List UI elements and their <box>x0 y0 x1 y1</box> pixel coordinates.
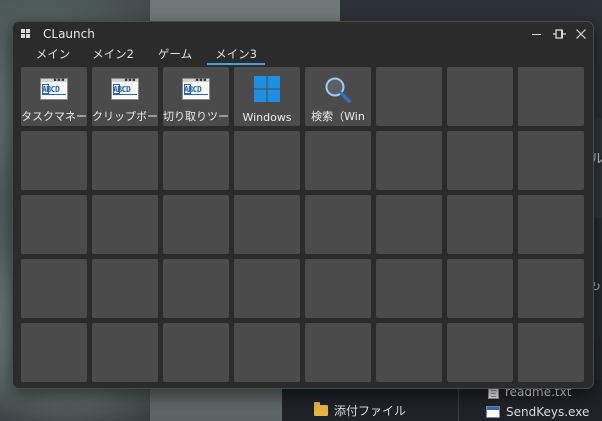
empty-launcher-slot[interactable] <box>447 323 513 382</box>
window-title: CLaunch <box>43 27 95 41</box>
empty-launcher-slot[interactable] <box>92 323 158 382</box>
launcher-button-label: 検索（Win <box>311 110 365 123</box>
search-icon <box>322 75 354 103</box>
close-button[interactable] <box>572 25 590 43</box>
tab-game[interactable]: ゲーム <box>155 46 195 64</box>
tab-main[interactable]: メイン <box>35 46 71 64</box>
icon-text: ABCD <box>184 85 202 94</box>
empty-launcher-slot[interactable] <box>376 259 442 318</box>
empty-launcher-slot[interactable] <box>21 323 87 382</box>
tab-bar: メイン メイン2 ゲーム メイン3 <box>13 46 593 65</box>
empty-launcher-slot[interactable] <box>447 195 513 254</box>
app-window-icon: ▪▪▪ ABCD <box>180 75 212 103</box>
minimize-button[interactable] <box>527 25 545 43</box>
launcher-button[interactable]: ▪▪▪ ABCD 切り取りツー <box>163 67 229 126</box>
empty-launcher-slot[interactable] <box>92 259 158 318</box>
empty-launcher-slot[interactable] <box>163 323 229 382</box>
empty-launcher-slot[interactable] <box>518 131 584 190</box>
empty-launcher-slot[interactable] <box>163 259 229 318</box>
empty-launcher-slot[interactable] <box>447 67 513 126</box>
launcher-button[interactable]: ▪▪▪ ABCD タスクマネー <box>21 67 87 126</box>
empty-launcher-slot[interactable] <box>376 131 442 190</box>
launcher-button[interactable]: Windows <box>234 67 300 126</box>
empty-launcher-slot[interactable] <box>234 131 300 190</box>
launcher-button[interactable]: ▪▪▪ ABCD クリップボー <box>92 67 158 126</box>
empty-launcher-slot[interactable] <box>447 259 513 318</box>
launcher-button-label: Windows <box>242 111 292 124</box>
empty-launcher-slot[interactable] <box>376 67 442 126</box>
tab-main2[interactable]: メイン2 <box>91 46 135 64</box>
tab-label: メイン3 <box>215 47 257 61</box>
explorer-item-label: 添付ファイル <box>334 404 407 418</box>
icon-text: ABCD <box>42 85 60 94</box>
pin-icon <box>552 28 566 39</box>
empty-launcher-slot[interactable] <box>21 259 87 318</box>
pin-button[interactable] <box>550 25 568 43</box>
empty-launcher-slot[interactable] <box>92 131 158 190</box>
grid-app-icon[interactable] <box>21 29 30 38</box>
empty-launcher-slot[interactable] <box>305 323 371 382</box>
empty-launcher-slot[interactable] <box>305 131 371 190</box>
app-window-icon: ▪▪▪ ABCD <box>38 75 70 103</box>
explorer-item-file[interactable]: SendKeys.exe <box>486 405 589 419</box>
empty-launcher-slot[interactable] <box>376 195 442 254</box>
empty-launcher-slot[interactable] <box>518 323 584 382</box>
empty-launcher-slot[interactable] <box>21 131 87 190</box>
empty-launcher-slot[interactable] <box>234 195 300 254</box>
claunch-window: CLaunch メイン メイン2 ゲーム メイン3 ▪▪▪ ABCD タスクマネー ▪… <box>12 21 594 389</box>
empty-launcher-slot[interactable] <box>163 131 229 190</box>
title-bar[interactable]: CLaunch <box>13 22 593 46</box>
windows-logo-icon <box>251 75 283 103</box>
tab-label: ゲーム <box>157 47 193 61</box>
explorer-item-folder[interactable]: 添付ファイル <box>314 402 406 419</box>
empty-launcher-slot[interactable] <box>92 195 158 254</box>
tab-main3[interactable]: メイン3 <box>207 46 265 65</box>
empty-launcher-slot[interactable] <box>518 195 584 254</box>
launcher-button-label: クリップボー <box>92 110 158 123</box>
empty-launcher-slot[interactable] <box>518 259 584 318</box>
close-icon <box>576 29 586 39</box>
exe-file-icon <box>486 406 500 418</box>
launcher-button-label: 切り取りツー <box>163 110 229 123</box>
empty-launcher-slot[interactable] <box>234 323 300 382</box>
tab-label: メイン <box>35 47 71 61</box>
explorer-item-label: SendKeys.exe <box>506 405 590 419</box>
empty-launcher-slot[interactable] <box>305 259 371 318</box>
folder-icon <box>314 402 328 416</box>
empty-launcher-slot[interactable] <box>163 195 229 254</box>
empty-launcher-slot[interactable] <box>518 67 584 126</box>
launcher-button-label: タスクマネー <box>21 110 87 123</box>
empty-launcher-slot[interactable] <box>376 323 442 382</box>
empty-launcher-slot[interactable] <box>305 195 371 254</box>
app-window-icon: ▪▪▪ ABCD <box>109 75 141 103</box>
empty-launcher-slot[interactable] <box>234 259 300 318</box>
icon-text: ABCD <box>113 85 131 94</box>
empty-launcher-slot[interactable] <box>21 195 87 254</box>
tab-label: メイン2 <box>92 47 134 61</box>
empty-launcher-slot[interactable] <box>447 131 513 190</box>
launcher-button[interactable]: 検索（Win <box>305 67 371 126</box>
